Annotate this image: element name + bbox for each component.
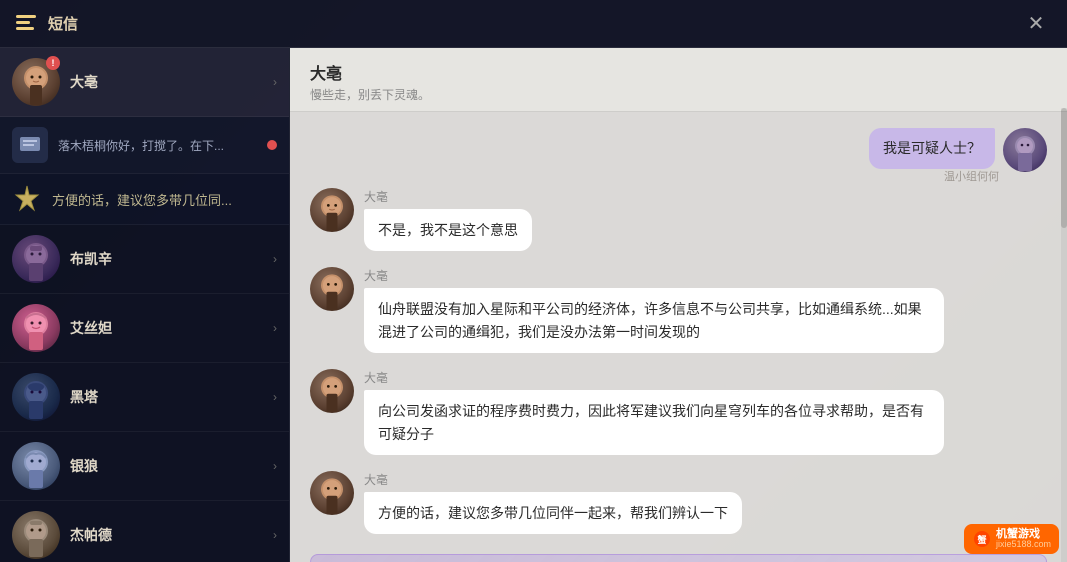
message-preview-luomu[interactable]: 落木梧桐你好，打搅了。在下... [0, 117, 289, 174]
message-preview-badge [267, 140, 277, 150]
arrow-aisijie: › [273, 321, 277, 335]
message-left-2: 大亳 仙舟联盟没有加入星际和平公司的经济体，许多信息不与公司共享，比如通缉系统.… [310, 267, 1047, 353]
contact-item-aisijie[interactable]: 艾丝妲 › [0, 294, 289, 363]
contact-name-jiepade: 杰帕德 [70, 525, 269, 545]
header: 短信 ✕ [0, 0, 1067, 48]
contact-name-bukaixin: 布凯辛 [70, 249, 269, 269]
svg-text:蟹: 蟹 [977, 534, 986, 545]
message-left-1: 大亳 不是，我不是这个意思 [310, 188, 1047, 251]
quest-banner[interactable]: 已接受任务 异邦骑士 [310, 554, 1047, 562]
contact-item-yinlang[interactable]: 银狼 › [0, 432, 289, 501]
scrollbar-thumb[interactable] [1061, 108, 1067, 228]
msg-name-3: 大亳 [364, 369, 944, 386]
contact-item-bukaixin[interactable]: 布凯辛 › [0, 225, 289, 294]
message-preview-icon [12, 127, 48, 163]
quest-text: 方便的话，建议您多带几位同... [52, 190, 277, 209]
bubble-left-3: 向公司发函求证的程序费时费力，因此将军建议我们向星穹列车的各位寻求帮助，是否有可… [364, 390, 944, 455]
contact-item-dazhang[interactable]: 大亳 ! › [0, 48, 289, 117]
message-icon [16, 15, 40, 33]
chat-area: 大亳 慢些走，别丢下灵魂。 温小组何何 我是可疑人士？ [290, 48, 1067, 562]
bottom-logo: 蟹 机蟹游戏 jixie5188.com [964, 524, 1059, 554]
msg-content-3: 大亳 向公司发函求证的程序费时费力，因此将军建议我们向星穹列车的各位寻求帮助，是… [364, 369, 944, 455]
contact-name-yinlang: 银狼 [70, 456, 269, 476]
arrow-heita: › [273, 390, 277, 404]
notification-badge-dazhang: ! [46, 56, 60, 70]
chat-contact-name: 大亳 [310, 60, 1047, 84]
logo-icon: 蟹 [972, 529, 992, 549]
message-left-4: 大亳 方便的话，建议您多带几位同伴一起来，帮我们辨认一下 [310, 471, 1047, 534]
app-container: 短信 ✕ 大亳 ! › [0, 0, 1067, 562]
avatar-dazhang-chat2 [310, 267, 354, 311]
msg-content-4: 大亳 方便的话，建议您多带几位同伴一起来，帮我们辨认一下 [364, 471, 742, 534]
avatar-dazhang-chat4 [310, 471, 354, 515]
sidebar: 大亳 ! › 落木梧桐你好，打搅了。在下... [0, 48, 290, 562]
avatar-yinlang [12, 442, 60, 490]
msg-content-1: 大亳 不是，我不是这个意思 [364, 188, 532, 251]
avatar-dazhang-chat3 [310, 369, 354, 413]
chat-header: 大亳 慢些走，别丢下灵魂。 [290, 48, 1067, 112]
message-left-3: 大亳 向公司发函求证的程序费时费力，因此将军建议我们向星穹列车的各位寻求帮助，是… [310, 369, 1047, 455]
bubble-right-1: 我是可疑人士？ [869, 128, 995, 169]
arrow-yinlang: › [273, 459, 277, 473]
chat-subtitle: 慢些走，别丢下灵魂。 [310, 86, 1047, 103]
main-layout: 大亳 ! › 落木梧桐你好，打搅了。在下... [0, 48, 1067, 562]
quest-item-fangbian[interactable]: 方便的话，建议您多带几位同... [0, 174, 289, 225]
watermark: 温小组何何 [944, 168, 999, 184]
contact-item-heita[interactable]: 黑塔 › [0, 363, 289, 432]
avatar-jiepade [12, 511, 60, 559]
arrow-bukaixin: › [273, 252, 277, 266]
avatar-player [1003, 128, 1047, 172]
avatar-dazhang-chat [310, 188, 354, 232]
scrollbar-track[interactable] [1061, 108, 1067, 562]
header-title: 短信 [48, 13, 78, 34]
msg-name-4: 大亳 [364, 471, 742, 488]
msg-name-2: 大亳 [364, 267, 944, 284]
quest-icon [12, 184, 42, 214]
bubble-left-1: 不是，我不是这个意思 [364, 209, 532, 251]
bubble-left-2: 仙舟联盟没有加入星际和平公司的经济体，许多信息不与公司共享，比如通缉系统...如… [364, 288, 944, 353]
msg-content-2: 大亳 仙舟联盟没有加入星际和平公司的经济体，许多信息不与公司共享，比如通缉系统.… [364, 267, 944, 353]
arrow-dazhang: › [273, 75, 277, 89]
contact-name-dazhang: 大亳 [70, 72, 269, 92]
avatar-bukaixin [12, 235, 60, 283]
bubble-left-4: 方便的话，建议您多带几位同伴一起来，帮我们辨认一下 [364, 492, 742, 534]
msg-name-1: 大亳 [364, 188, 532, 205]
avatar-heita [12, 373, 60, 421]
contact-name-aisijie: 艾丝妲 [70, 318, 269, 338]
contact-item-jiepade[interactable]: 杰帕德 › [0, 501, 289, 562]
close-button[interactable]: ✕ [1021, 9, 1051, 39]
message-preview-text: 落木梧桐你好，打搅了。在下... [58, 137, 267, 154]
contact-name-heita: 黑塔 [70, 387, 269, 407]
message-right-1: 我是可疑人士？ [310, 128, 1047, 172]
avatar-aisijie [12, 304, 60, 352]
logo-subtext: jixie5188.com [996, 540, 1051, 550]
arrow-jiepade: › [273, 528, 277, 542]
